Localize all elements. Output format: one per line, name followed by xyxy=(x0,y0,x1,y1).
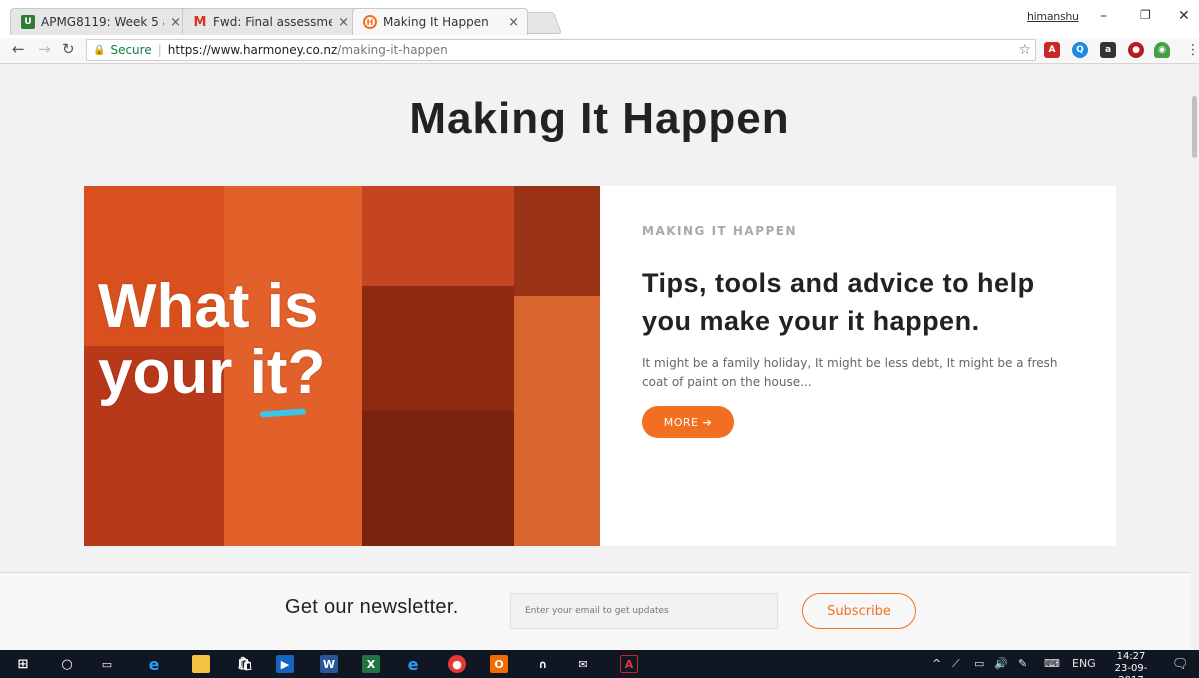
gmail-icon: M xyxy=(193,14,207,30)
pdf-extension-icon[interactable]: A xyxy=(1044,42,1060,58)
subscribe-button[interactable]: Subscribe xyxy=(802,593,916,629)
volume-icon[interactable]: 🔊 xyxy=(994,657,1008,670)
word-icon[interactable]: W xyxy=(320,655,338,673)
hero-photo-panel xyxy=(514,296,600,546)
keyboard-icon[interactable]: ⌨ xyxy=(1044,657,1060,670)
card-eyebrow: MAKING IT HAPPEN xyxy=(642,224,798,238)
hero-photo-panel xyxy=(362,186,514,286)
restore-icon[interactable]: ❐ xyxy=(1140,8,1151,22)
tab-close-icon[interactable]: × xyxy=(508,15,519,30)
newsletter-label: Get our newsletter. xyxy=(285,596,459,618)
card-headline: Tips, tools and advice to help you make … xyxy=(642,268,1035,336)
hero-line-2: your it? xyxy=(98,338,326,407)
browser-toolbar: ← → ↻ 🔒 Secure | https://www.harmoney.co… xyxy=(0,38,1199,64)
shield-extension-icon[interactable]: ● xyxy=(1128,42,1144,58)
media-player-icon[interactable]: ▶ xyxy=(276,655,294,673)
tab-title: Making It Happen xyxy=(383,15,489,29)
tab-title: Fwd: Final assessment fo xyxy=(213,15,333,29)
chrome-icon[interactable]: ● xyxy=(448,655,466,673)
amazon-extension-icon[interactable]: a xyxy=(1100,42,1116,58)
tab-making-it-happen[interactable]: H Making It Happen × xyxy=(352,8,528,35)
chrome-menu-icon[interactable]: ⋮ xyxy=(1186,42,1199,58)
minimize-icon[interactable]: – xyxy=(1100,8,1107,24)
search-icon[interactable]: ○ xyxy=(58,655,76,673)
hero-photo-panel xyxy=(362,286,514,411)
acrobat-icon[interactable]: A xyxy=(620,655,638,673)
scrollbar-thumb[interactable] xyxy=(1192,96,1197,158)
windows-taskbar: ⊞ ○ ▭ e 🛍 ▶ W X e ● O ∩ ✉ A ^ ⟋ ▭ 🔊 ✎ ⌨ … xyxy=(0,650,1199,678)
newsletter-bar: Get our newsletter. Subscribe xyxy=(0,573,1199,650)
internet-explorer-icon[interactable]: e xyxy=(404,655,422,674)
excel-icon[interactable]: X xyxy=(362,655,380,673)
secure-label: Secure xyxy=(110,43,152,57)
outlook-icon[interactable]: O xyxy=(490,655,508,673)
bookmark-star-icon[interactable]: ☆ xyxy=(1018,42,1031,58)
url-separator: | xyxy=(157,43,162,57)
card-description: It might be a family holiday, It might b… xyxy=(642,356,1058,389)
forward-icon[interactable]: → xyxy=(38,40,51,58)
feature-card: What is your it? MAKING IT HAPPEN Tips, … xyxy=(84,186,1116,546)
address-bar[interactable]: 🔒 Secure | https://www.harmoney.co.nz/ma… xyxy=(86,39,1036,61)
tab-title: APMG8119: Week 5 and xyxy=(41,15,164,29)
language-indicator[interactable]: ENG xyxy=(1072,657,1096,670)
battery-icon[interactable]: ▭ xyxy=(974,657,984,670)
system-clock[interactable]: 14:27 23-09-2017 xyxy=(1102,651,1160,678)
edge-icon[interactable]: e xyxy=(145,655,163,674)
clock-date: 23-09-2017 xyxy=(1114,663,1148,678)
network-icon[interactable]: ⟋ xyxy=(952,657,960,671)
windows-start-icon[interactable]: ⊞ xyxy=(14,655,32,673)
task-view-icon[interactable]: ▭ xyxy=(98,655,116,673)
profile-name[interactable]: himanshu xyxy=(1027,10,1079,23)
url-scheme: https:// xyxy=(167,43,211,57)
blackboard-icon: U xyxy=(21,15,35,29)
tab-strip: U APMG8119: Week 5 and × M Fwd: Final as… xyxy=(0,0,1199,38)
file-explorer-icon[interactable] xyxy=(192,655,210,673)
pen-icon[interactable]: ✎ xyxy=(1018,657,1027,670)
reload-icon[interactable]: ↻ xyxy=(62,40,75,58)
back-icon[interactable]: ← xyxy=(12,40,25,58)
search-extension-icon[interactable]: Q xyxy=(1072,42,1088,58)
hero-headline: What is your it? xyxy=(98,274,325,406)
tab-apmg8119[interactable]: U APMG8119: Week 5 and × xyxy=(10,8,190,35)
hero-photo-panel xyxy=(514,186,600,296)
store-icon[interactable]: 🛍 xyxy=(236,655,254,673)
lock-icon: 🔒 xyxy=(93,44,106,56)
tab-close-icon[interactable]: × xyxy=(338,15,349,30)
more-button[interactable]: MORE ➔ xyxy=(642,406,734,438)
url-path: /making-it-happen xyxy=(337,43,448,57)
harmoney-icon: H xyxy=(363,15,377,29)
tab-gmail[interactable]: M Fwd: Final assessment fo × xyxy=(182,8,358,35)
notifications-icon[interactable]: 🗨 xyxy=(1172,657,1189,672)
close-window-icon[interactable]: ✕ xyxy=(1178,8,1190,24)
tab-close-icon[interactable]: × xyxy=(170,15,181,30)
page-title: Making It Happen xyxy=(409,94,790,143)
hero-image: What is your it? xyxy=(84,186,600,546)
url-host: www.harmoney.co.nz xyxy=(210,43,338,57)
mail-icon[interactable]: ✉ xyxy=(574,655,592,673)
clock-time: 14:27 xyxy=(1116,651,1146,662)
newsletter-email-input[interactable] xyxy=(510,593,778,629)
hero-photo-panel xyxy=(362,411,514,546)
hero-line-1: What is xyxy=(98,272,319,341)
vpn-extension-icon[interactable]: ◉ xyxy=(1154,42,1170,58)
headphones-icon[interactable]: ∩ xyxy=(534,655,552,673)
page-viewport: Making It Happen What is your it? MAKING… xyxy=(0,64,1199,650)
tray-chevron-icon[interactable]: ^ xyxy=(932,657,941,670)
